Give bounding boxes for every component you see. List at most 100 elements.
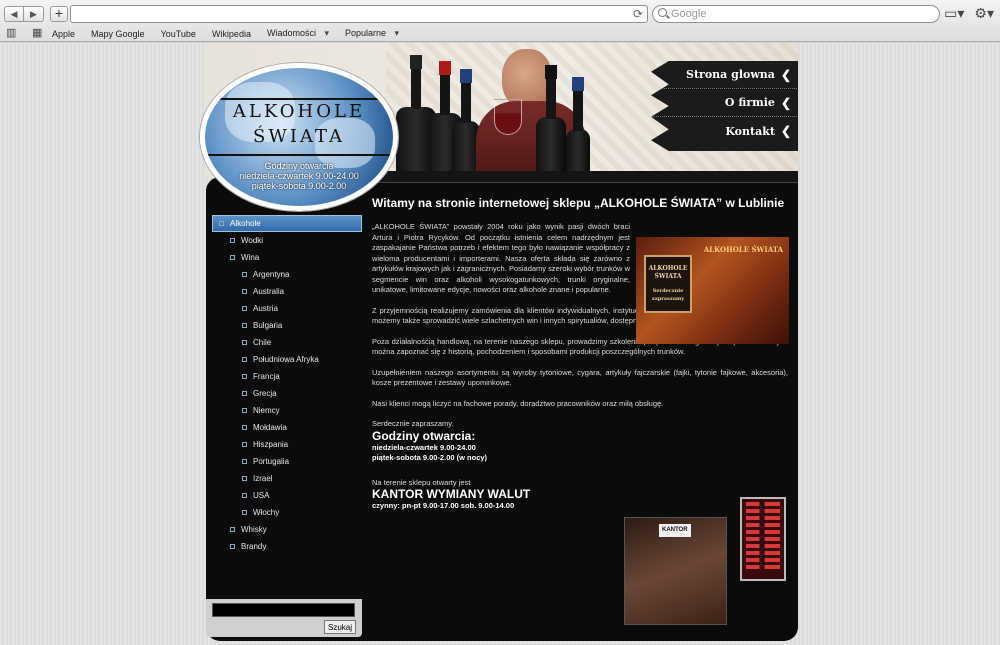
bullet-square-icon [242,374,247,379]
sidebar-item-label: Wodki [241,236,264,245]
bullet-square-icon [230,527,235,532]
bookmark-news-folder[interactable]: Wiadomości [267,28,329,39]
new-tab-button[interactable]: + [50,6,68,22]
kantor-sign: KANTOR [659,524,691,537]
shop-sign: ALKOHOLE ŚWIATA Serdecznie zapraszamy [644,255,692,313]
bullet-square-icon [242,408,247,413]
main-menu: Strona glowna ❮ O firmie ❮ Kontakt ❮ [651,61,798,151]
sidebar-item[interactable]: Mołdawia [212,419,362,436]
sidebar-item-label: USA [253,491,270,500]
site-logo[interactable]: ALKOHOLE ŚWIATA Godziny otwarcia niedzie… [200,63,398,211]
menu-label: O firmie [724,96,775,109]
back-button[interactable]: ◀ [4,6,24,22]
sidebar-item[interactable]: Argentyna [212,266,362,283]
sidebar-item[interactable]: Chile [212,334,362,351]
site-container: Strona glowna ❮ O firmie ❮ Kontakt ❮ ALKOHO… [200,43,798,641]
shop-top-sign: ALKOHOLE ŚWIATA [703,245,783,254]
sidebar-item[interactable]: Hiszpania [212,436,362,453]
sidebar-item-label: Austria [253,304,278,313]
hours-weekdays: niedziela-czwartek 9.00-24.00 [372,442,476,452]
logo-opening-hours: Godziny otwarcia niedziela-czwartek 9.00… [205,161,393,191]
browser-menu-icons: ▭▾ ⚙▾ [944,5,994,22]
menu-label: Kontakt [725,124,775,138]
sidebar-item-label: Whisky [241,525,267,534]
forward-button[interactable]: ▶ [24,6,44,22]
wine-bottle [566,77,590,177]
sidebar-item-label: Francja [253,372,280,381]
menu-home[interactable]: Strona glowna ❮ [651,61,798,89]
menu-label: Strona glowna [686,68,775,81]
sidebar-item[interactable]: Francja [212,368,362,385]
sidebar-item[interactable]: Włochy [212,504,362,521]
bullet-square-icon [242,391,247,396]
bullet-square-icon [242,272,247,277]
product-search-input[interactable] [212,603,355,617]
sidebar-search: Szukaj [206,599,362,637]
reload-icon[interactable]: ⟳ [633,7,643,21]
sidebar-item[interactable]: Whisky [212,521,362,538]
address-bar[interactable]: ⟳ [70,5,648,23]
logo-title-line2: ŚWIATA [253,126,345,147]
sidebar-item-label: Południowa Afryka [253,355,319,364]
bullet-square-icon [242,306,247,311]
sidebar-item[interactable]: Australia [212,283,362,300]
menu-about[interactable]: O firmie ❮ [651,89,798,117]
invite-text: Serdecznie zapraszamy. [372,419,454,428]
sidebar-item[interactable]: Południowa Afryka [212,351,362,368]
settings-gear-icon[interactable]: ⚙▾ [974,5,994,22]
bookmark-popular-folder[interactable]: Popularne [345,28,399,39]
bookmark-google-maps[interactable]: Mapy Google [91,29,145,39]
kantor-photo: KANTOR [624,517,727,625]
logo-hours-title: Godziny otwarcia [264,161,334,171]
history-buttons: ◀ ▶ [4,6,44,22]
logo-title-line1: ALKOHOLE [232,101,366,122]
sidebar-item[interactable]: Portugalia [212,453,362,470]
page-menu-icon[interactable]: ▭▾ [944,5,964,22]
sidebar-item[interactable]: Wina [212,249,362,266]
sidebar-item-label: Mołdawia [253,423,287,432]
sidebar-item[interactable]: Bulgaria [212,317,362,334]
sidebar-item[interactable]: Brandy [212,538,362,555]
wine-glass [494,99,522,135]
top-sites-grid-icon[interactable]: ▦ [32,28,46,39]
sidebar-item[interactable]: Izrael [212,470,362,487]
sidebar-item[interactable]: Grecja [212,385,362,402]
browser-search-field[interactable]: Google [652,5,940,23]
chevron-left-icon: ❮ [780,124,791,138]
sidebar-item[interactable]: Alkohole [212,215,362,232]
bullet-square-icon [230,255,235,260]
page-viewport: Strona glowna ❮ O firmie ❮ Kontakt ❮ ALKOHO… [0,43,1000,645]
content-panel: Alkohole Wodki Wina Argentyna Australia Austr… [206,171,798,641]
sidebar-item[interactable]: Austria [212,300,362,317]
sidebar-item[interactable]: Niemcy [212,402,362,419]
bookmark-apple[interactable]: Apple [52,29,75,39]
bookmark-youtube[interactable]: YouTube [161,29,196,39]
category-sidebar: Alkohole Wodki Wina Argentyna Australia Austr… [212,215,362,555]
bullet-square-icon [242,493,247,498]
sidebar-item-label: Chile [253,338,272,347]
shop-sign-line1: ALKOHOLE [648,265,688,272]
main-content: Witamy na stronie internetowej sklepu „A… [372,197,789,625]
back-icon: ◀ [10,8,18,19]
kantor-heading: KANTOR WYMIANY WALUT [372,487,531,501]
forward-icon: ▶ [30,8,37,19]
reading-list-icon[interactable]: ▥ [6,28,20,39]
menu-contact[interactable]: Kontakt ❮ [651,117,798,145]
sidebar-item-label: Brandy [241,542,267,551]
bookmark-wikipedia[interactable]: Wikipedia [212,29,251,39]
sidebar-item[interactable]: USA [212,487,362,504]
sidebar-item[interactable]: Wodki [212,232,362,249]
search-button[interactable]: Szukaj [323,620,356,634]
chevron-left-icon: ❮ [780,95,791,110]
hours-weekend: piątek-sobota 9.00-2.00 (w nocy) [372,453,488,462]
logo-hours-line2: piątek-sobota 9.00-2.00 [251,181,347,191]
bullet-square-icon [242,476,247,481]
bullet-square-icon [230,544,235,549]
bullet-square-icon [242,459,247,464]
bullet-square-icon [242,425,247,430]
wine-bottle [536,65,566,177]
bookmarks-bar: ▥ ▦ Apple Mapy Google YouTube Wikipedia … [0,25,1000,42]
search-placeholder: Google [671,8,707,20]
bullet-square-icon [242,510,247,515]
sidebar-item-label: Wina [241,253,260,262]
